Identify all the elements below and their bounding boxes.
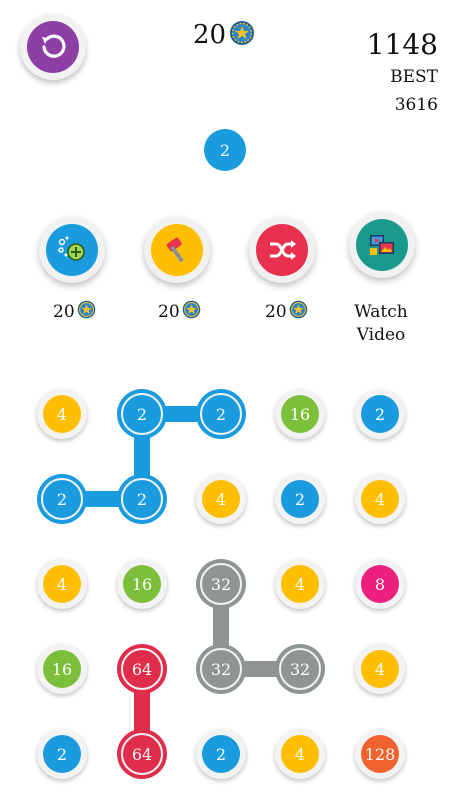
- number-ball: 4: [281, 735, 319, 773]
- board-cell-r0c3[interactable]: 16: [275, 389, 325, 439]
- board-cell-r1c1[interactable]: 2: [117, 474, 167, 524]
- number-ball: 2: [200, 393, 242, 435]
- number-ball: 4: [202, 480, 240, 518]
- number-ball: 64: [121, 648, 163, 690]
- number-ball: 32: [200, 648, 242, 690]
- number-ball: 2: [202, 735, 240, 773]
- board-cell-r0c4[interactable]: 2: [355, 389, 405, 439]
- board-cell-r4c1[interactable]: 64: [117, 729, 167, 779]
- number-ball: 128: [361, 735, 399, 773]
- number-ball: 16: [281, 395, 319, 433]
- board-cell-r1c4[interactable]: 4: [355, 474, 405, 524]
- board-cell-r4c0[interactable]: 2: [37, 729, 87, 779]
- number-ball: 2: [121, 393, 163, 435]
- board-cell-r3c3[interactable]: 32: [275, 644, 325, 694]
- number-ball: 4: [43, 395, 81, 433]
- board-cell-r4c4[interactable]: 128: [355, 729, 405, 779]
- number-ball: 4: [361, 480, 399, 518]
- number-ball: 64: [121, 733, 163, 775]
- board-cell-r2c1[interactable]: 16: [117, 559, 167, 609]
- board-cell-r3c0[interactable]: 16: [37, 644, 87, 694]
- number-ball: 8: [361, 565, 399, 603]
- board-cell-r2c4[interactable]: 8: [355, 559, 405, 609]
- number-ball: 4: [43, 565, 81, 603]
- number-ball: 32: [279, 648, 321, 690]
- number-ball: 32: [200, 563, 242, 605]
- board-cell-r4c3[interactable]: 4: [275, 729, 325, 779]
- board-cell-r0c1[interactable]: 2: [117, 389, 167, 439]
- board-cell-r2c0[interactable]: 4: [37, 559, 87, 609]
- number-ball: 2: [361, 395, 399, 433]
- number-ball: 2: [281, 480, 319, 518]
- board-cell-r4c2[interactable]: 2: [196, 729, 246, 779]
- number-ball: 2: [43, 735, 81, 773]
- number-ball: 4: [361, 650, 399, 688]
- board-cell-r0c2[interactable]: 2: [196, 389, 246, 439]
- number-ball: 2: [41, 478, 83, 520]
- board-cell-r1c3[interactable]: 2: [275, 474, 325, 524]
- board-cell-r1c0[interactable]: 2: [37, 474, 87, 524]
- number-ball: 16: [43, 650, 81, 688]
- board-cell-r3c2[interactable]: 32: [196, 644, 246, 694]
- game-board: 4 2 2 16 2 2 2 4 2 4 4 16 32 4 8 16 64 32 32 4 2 64 2 4 128: [0, 0, 450, 800]
- number-ball: 16: [123, 565, 161, 603]
- board-cell-r2c2[interactable]: 32: [196, 559, 246, 609]
- board-cell-r0c0[interactable]: 4: [37, 389, 87, 439]
- board-cell-r3c4[interactable]: 4: [355, 644, 405, 694]
- board-cell-r3c1[interactable]: 64: [117, 644, 167, 694]
- board-cell-r2c3[interactable]: 4: [275, 559, 325, 609]
- board-cell-r1c2[interactable]: 4: [196, 474, 246, 524]
- number-ball: 2: [121, 478, 163, 520]
- number-ball: 4: [281, 565, 319, 603]
